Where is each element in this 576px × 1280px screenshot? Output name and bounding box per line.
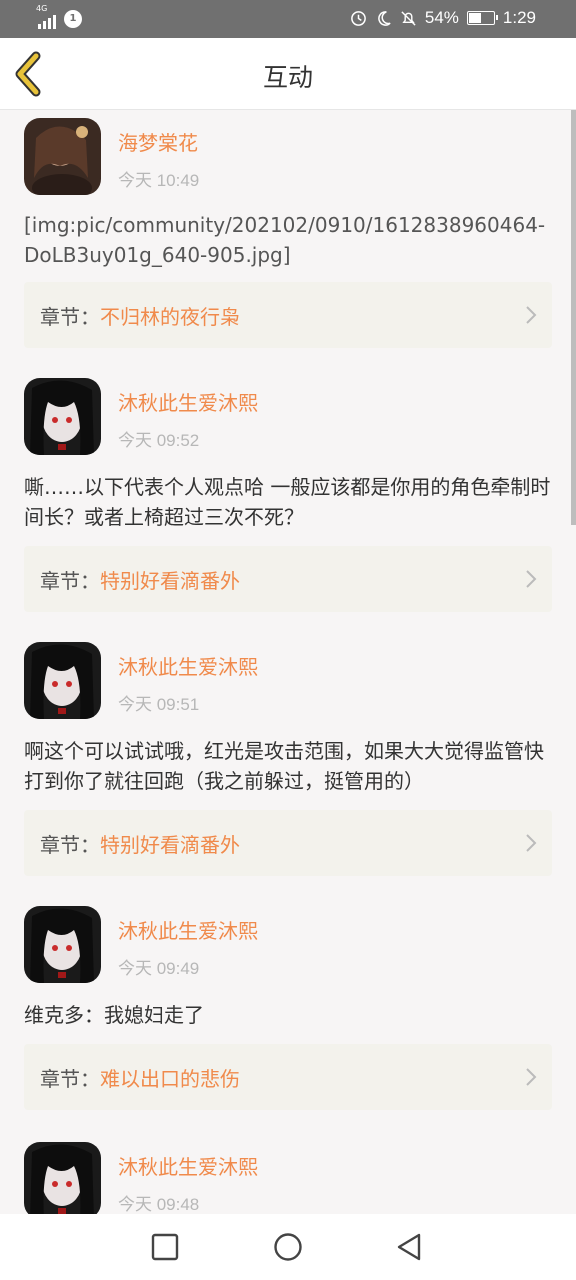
comment-text: [img:pic/community/202102/0910/161283896…: [24, 213, 546, 267]
chapter-link[interactable]: 章节： 特别好看滴番外: [24, 810, 552, 876]
avatar[interactable]: [24, 906, 101, 983]
chevron-right-icon: [526, 834, 537, 852]
triangle-back-icon[interactable]: [395, 1232, 425, 1262]
chapter-name: 不归林的夜行枭: [100, 304, 240, 329]
timestamp: 今天 09:49: [118, 959, 200, 978]
chevron-right-icon: [526, 570, 537, 588]
battery-percent: 54%: [424, 8, 459, 27]
timestamp: 今天 09:52: [118, 431, 200, 450]
signal-icon: 4G: [36, 5, 56, 29]
timestamp: 今天 09:51: [118, 695, 200, 714]
chapter-prefix: 章节：: [40, 304, 100, 329]
network-label: 4G: [36, 4, 48, 13]
system-nav-bar: [0, 1214, 576, 1280]
page-title: 互动: [262, 63, 313, 92]
status-right: 54% 1:29: [350, 8, 536, 28]
circle-icon[interactable]: [273, 1232, 303, 1262]
author-name[interactable]: 沐秋此生爱沐熙: [118, 651, 258, 680]
chapter-prefix: 章节：: [40, 1066, 100, 1091]
moon-icon: [378, 10, 391, 26]
chapter-name: 特别好看滴番外: [100, 832, 240, 857]
notification-badge: 1: [64, 10, 82, 28]
chapter-prefix: 章节：: [40, 568, 100, 593]
comment-item: 沐秋此生爱沐熙 今天 09:49 维克多：我媳妇走了 章节： 难以出口的悲伤: [0, 902, 576, 1138]
comment-item: 沐秋此生爱沐熙 今天 09:52 嘶……以下代表个人观点哈 一般应该都是你用的角…: [0, 374, 576, 638]
alarm-icon: [351, 10, 366, 26]
chapter-link[interactable]: 章节： 难以出口的悲伤: [24, 1044, 552, 1110]
chapter-name: 难以出口的悲伤: [100, 1066, 240, 1091]
clock: 1:29: [502, 8, 536, 27]
avatar[interactable]: [24, 1142, 101, 1214]
square-icon[interactable]: [150, 1232, 180, 1262]
avatar[interactable]: [24, 118, 101, 195]
author-name[interactable]: 沐秋此生爱沐熙: [118, 1151, 258, 1180]
status-bar: 4G 1 54% 1:29: [0, 0, 576, 38]
comment-item: 沐秋此生爱沐熙 今天 09:51 啊这个可以试试哦，红光是攻击范围，如果大大觉得…: [0, 638, 576, 902]
comment-item: 海梦棠花 今天 10:49 [img:pic/community/202102/…: [0, 110, 576, 374]
avatar[interactable]: [24, 642, 101, 719]
chevron-right-icon: [526, 306, 537, 324]
bell-off-icon: [401, 10, 416, 26]
author-name[interactable]: 海梦棠花: [118, 127, 198, 156]
timestamp: 今天 10:49: [118, 171, 200, 190]
chapter-prefix: 章节：: [40, 832, 100, 857]
author-name[interactable]: 沐秋此生爱沐熙: [118, 387, 258, 416]
comment-text: 维克多：我媳妇走了: [24, 1003, 204, 1027]
chapter-link[interactable]: 章节： 特别好看滴番外: [24, 546, 552, 612]
app-header: 互动: [0, 38, 576, 110]
comment-item: 沐秋此生爱沐熙 今天 09:48: [0, 1138, 576, 1214]
comment-text: 啊这个可以试试哦，红光是攻击范围，如果大大觉得监管快打到你了就往回跑（我之前躲过…: [24, 739, 544, 793]
avatar[interactable]: [24, 378, 101, 455]
chevron-right-icon: [526, 1068, 537, 1086]
status-left: 4G 1: [36, 5, 82, 29]
comment-text: 嘶……以下代表个人观点哈 一般应该都是你用的角色牵制时间长？或者上椅超过三次不死…: [24, 475, 551, 529]
timestamp: 今天 09:48: [118, 1195, 200, 1214]
comment-feed[interactable]: 海梦棠花 今天 10:49 [img:pic/community/202102/…: [0, 110, 576, 1214]
battery-icon: [466, 11, 498, 25]
author-name[interactable]: 沐秋此生爱沐熙: [118, 915, 258, 944]
chapter-link[interactable]: 章节： 不归林的夜行枭: [24, 282, 552, 348]
chapter-name: 特别好看滴番外: [100, 568, 240, 593]
